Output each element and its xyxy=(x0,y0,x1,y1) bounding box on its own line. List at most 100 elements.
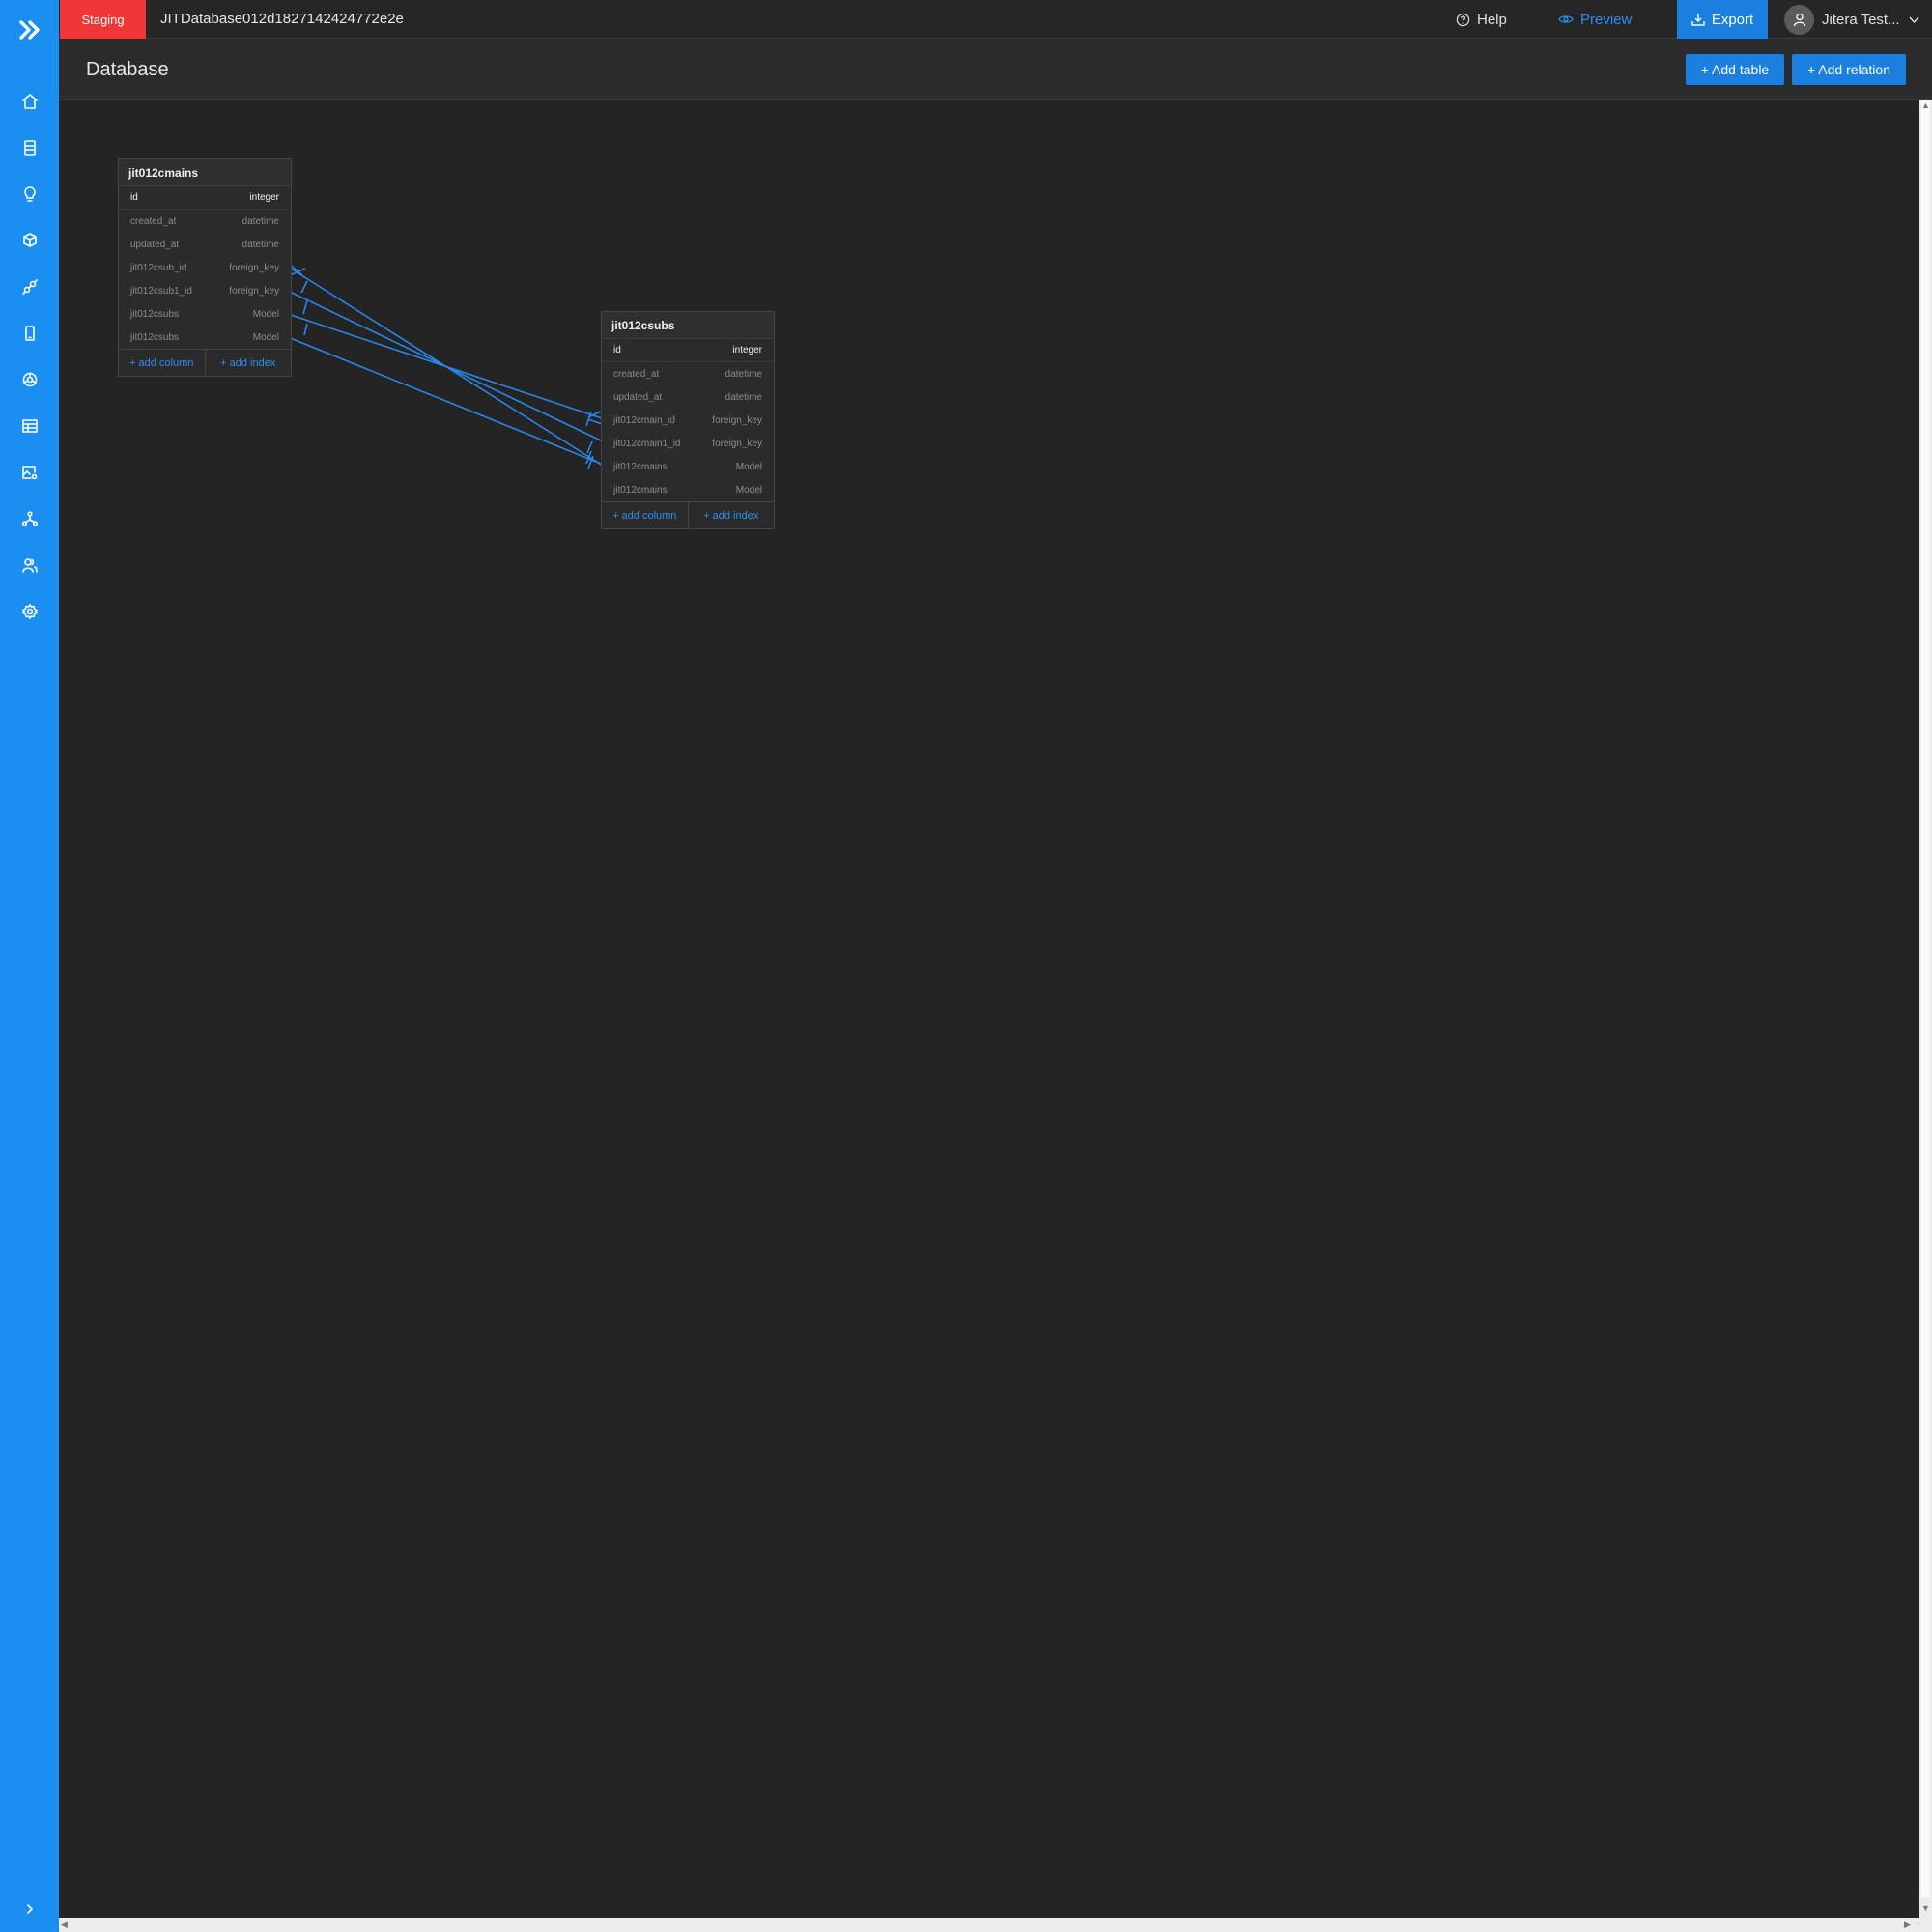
page-title: Database xyxy=(86,59,169,80)
column-type: Model xyxy=(735,484,762,496)
project-name: JITDatabase012d1827142424772e2e xyxy=(160,11,404,27)
column-type: Model xyxy=(252,331,279,343)
image-settings-icon[interactable] xyxy=(0,453,59,492)
column-name: jit012cmains xyxy=(613,484,668,496)
column-row[interactable]: created_at datetime xyxy=(602,362,774,385)
avatar xyxy=(1784,4,1814,35)
column-name: updated_at xyxy=(130,239,180,250)
column-row[interactable]: jit012cmain_id foreign_key xyxy=(602,409,774,432)
column-name: id xyxy=(130,192,138,203)
column-name: jit012csub1_id xyxy=(130,285,192,297)
scroll-up-arrow-icon[interactable]: ▲ xyxy=(1921,100,1930,110)
preview-button[interactable]: Preview xyxy=(1558,0,1632,39)
relation-line[interactable] xyxy=(287,262,604,467)
gear-icon[interactable] xyxy=(0,592,59,631)
table-name[interactable]: jit012cmains xyxy=(119,159,291,186)
column-name: jit012csubs xyxy=(130,308,180,320)
database-icon[interactable] xyxy=(0,128,59,167)
column-type: integer xyxy=(249,192,279,203)
column-row[interactable]: id integer xyxy=(602,339,774,362)
add-column-button[interactable]: + add column xyxy=(602,502,688,528)
column-row[interactable]: updated_at datetime xyxy=(119,233,291,256)
column-row[interactable]: created_at datetime xyxy=(119,210,291,233)
column-name: jit012cmains xyxy=(613,461,668,472)
environment-badge[interactable]: Staging xyxy=(60,0,146,39)
expand-sidebar-icon[interactable] xyxy=(0,1891,59,1926)
column-row[interactable]: jit012cmains Model xyxy=(602,455,774,478)
help-icon xyxy=(1456,13,1470,26)
table-footer: + add column + add index xyxy=(119,349,291,376)
add-index-button[interactable]: + add index xyxy=(204,350,292,376)
web-icon[interactable] xyxy=(0,360,59,399)
mobile-icon[interactable] xyxy=(0,314,59,353)
eye-icon xyxy=(1558,15,1574,23)
network-icon[interactable] xyxy=(0,499,59,538)
page-header: Database + Add table + Add relation xyxy=(59,39,1932,100)
column-type: datetime xyxy=(242,215,279,227)
column-name: created_at xyxy=(130,215,177,227)
column-type: foreign_key xyxy=(229,262,279,273)
help-label: Help xyxy=(1477,11,1507,28)
add-relation-button[interactable]: + Add relation xyxy=(1792,54,1906,85)
download-icon xyxy=(1691,14,1705,26)
user-name: Jitera Test... xyxy=(1822,11,1900,28)
relation-line[interactable] xyxy=(287,299,606,427)
diagram-canvas[interactable]: jit012cmains id integer created_at datetim… xyxy=(59,100,1919,1918)
column-type: foreign_key xyxy=(229,285,279,297)
users-icon[interactable] xyxy=(0,546,59,584)
home-icon[interactable] xyxy=(0,82,59,121)
preview-label: Preview xyxy=(1580,11,1633,28)
horizontal-scrollbar[interactable]: ◀ ▶ xyxy=(59,1918,1932,1932)
relation-lines xyxy=(287,262,607,469)
table-card-jit012cmains[interactable]: jit012cmains id integer created_at datetim… xyxy=(118,158,292,377)
column-name: jit012cmain_id xyxy=(613,414,675,426)
relation-line[interactable] xyxy=(287,323,607,469)
cube-icon[interactable] xyxy=(0,221,59,260)
vertical-scrollbar[interactable]: ▲ ▼ xyxy=(1919,100,1932,1918)
add-index-button[interactable]: + add index xyxy=(687,502,775,528)
column-type: datetime xyxy=(724,391,762,403)
column-row[interactable]: jit012csubs Model xyxy=(119,302,291,326)
sidebar xyxy=(0,0,59,1932)
table-card-jit012csubs[interactable]: jit012csubs id integer created_at datetime… xyxy=(601,311,775,529)
column-row[interactable]: jit012cmain1_id foreign_key xyxy=(602,432,774,455)
export-button[interactable]: Export xyxy=(1677,0,1768,39)
column-type: datetime xyxy=(724,368,762,380)
add-column-button[interactable]: + add column xyxy=(119,350,205,376)
column-type: foreign_key xyxy=(712,438,762,449)
user-icon xyxy=(1793,13,1805,27)
relation-line[interactable] xyxy=(287,280,606,454)
api-icon[interactable] xyxy=(0,268,59,306)
export-label: Export xyxy=(1711,11,1754,28)
table-name[interactable]: jit012csubs xyxy=(602,312,774,339)
column-type: Model xyxy=(252,308,279,320)
table-icon[interactable] xyxy=(0,407,59,445)
add-table-button[interactable]: + Add table xyxy=(1686,54,1784,85)
chevron-down-icon xyxy=(1909,16,1919,23)
scroll-right-arrow-icon[interactable]: ▶ xyxy=(1904,1919,1911,1930)
column-name: id xyxy=(613,345,621,355)
jitera-logo-icon[interactable] xyxy=(0,14,59,46)
column-type: datetime xyxy=(242,239,279,250)
column-name: jit012csubs xyxy=(130,331,180,343)
scroll-down-arrow-icon[interactable]: ▼ xyxy=(1921,1903,1930,1913)
column-row[interactable]: jit012cmains Model xyxy=(602,478,774,501)
column-name: jit012csub_id xyxy=(130,262,187,273)
column-row[interactable]: jit012csub_id foreign_key xyxy=(119,256,291,279)
column-row[interactable]: id integer xyxy=(119,186,291,210)
user-menu[interactable]: Jitera Test... xyxy=(1784,0,1920,39)
table-footer: + add column + add index xyxy=(602,501,774,528)
column-row[interactable]: updated_at datetime xyxy=(602,385,774,409)
lightbulb-icon[interactable] xyxy=(0,175,59,213)
column-type: integer xyxy=(732,345,762,355)
scrollbar-thumb[interactable] xyxy=(1921,100,1930,1897)
column-row[interactable]: jit012csubs Model xyxy=(119,326,291,349)
help-button[interactable]: Help xyxy=(1456,0,1507,39)
column-name: jit012cmain1_id xyxy=(613,438,681,449)
column-type: Model xyxy=(735,461,762,472)
topbar: Staging JITDatabase012d1827142424772e2e … xyxy=(59,0,1932,39)
column-type: foreign_key xyxy=(712,414,762,426)
scroll-left-arrow-icon[interactable]: ◀ xyxy=(61,1919,68,1930)
column-row[interactable]: jit012csub1_id foreign_key xyxy=(119,279,291,302)
column-name: created_at xyxy=(613,368,660,380)
